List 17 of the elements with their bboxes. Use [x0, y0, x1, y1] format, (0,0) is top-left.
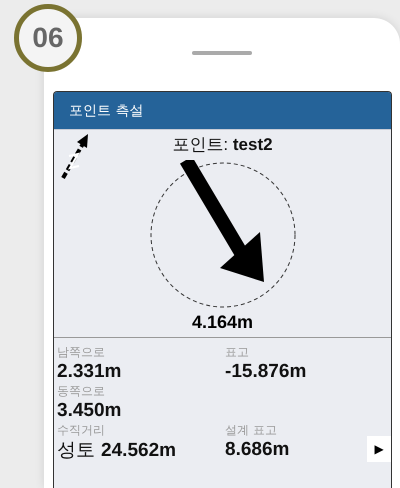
- reading-label: 표고: [225, 344, 249, 361]
- reading-value: 3.450m: [57, 400, 122, 422]
- drag-handle[interactable]: [192, 51, 252, 55]
- next-button[interactable]: ▶: [367, 436, 391, 462]
- reading-value: 성토 24.562m: [57, 439, 176, 462]
- reading-value: 2.331m: [57, 361, 122, 383]
- reading-label: 동쪽으로: [57, 383, 105, 400]
- north-arrow-icon: [60, 134, 90, 180]
- reading-value: -15.876m: [225, 361, 306, 383]
- point-name: 포인트: test2: [172, 134, 273, 156]
- distance-value: 4.164m: [192, 312, 254, 333]
- reading-label: 남쪽으로: [57, 344, 105, 361]
- reading-label: 수직거리: [57, 422, 105, 439]
- step-badge: 06: [14, 4, 82, 72]
- panel-title: 포인트 측설: [54, 92, 391, 130]
- reading-label: 설계 표고: [225, 422, 277, 439]
- reading-value: 8.686m: [225, 439, 290, 461]
